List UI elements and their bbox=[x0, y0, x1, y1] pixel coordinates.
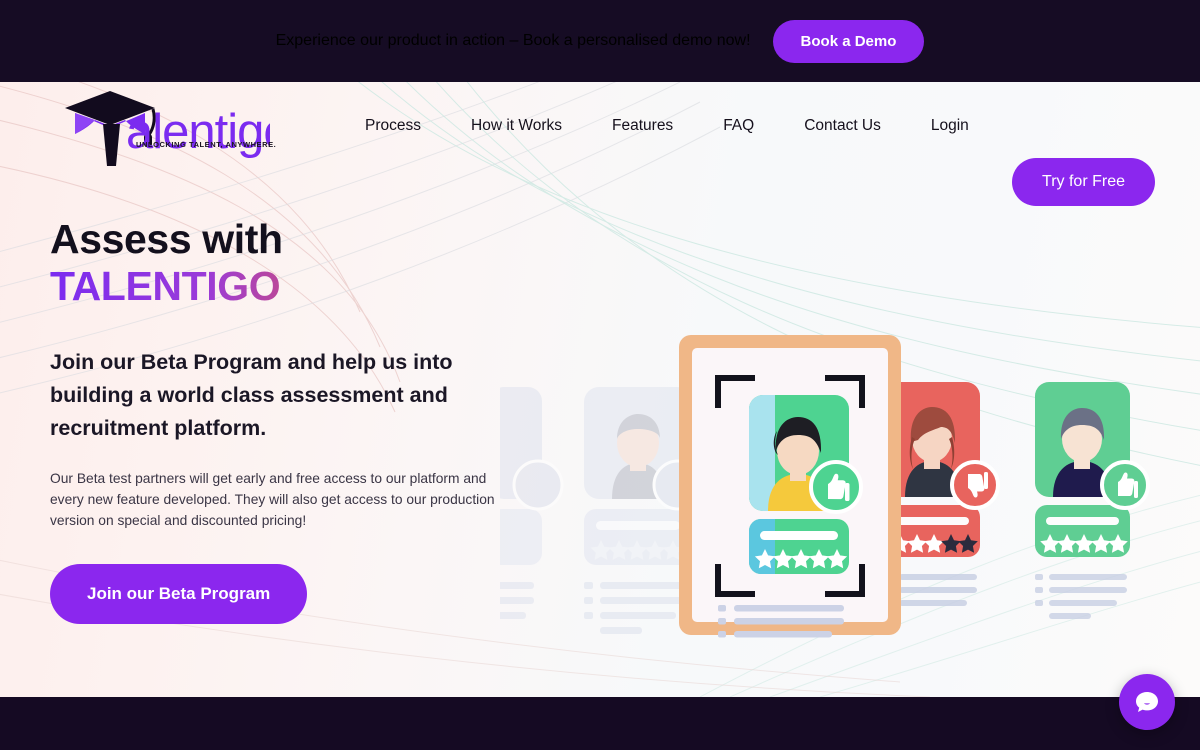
page-title: Assess with TALENTIGO bbox=[50, 216, 570, 310]
nav-links: Process How it Works Features FAQ Contac… bbox=[340, 82, 994, 170]
footer-strip bbox=[0, 697, 1200, 750]
svg-text:alentigo: alentigo bbox=[126, 105, 270, 159]
join-beta-program-button[interactable]: Join our Beta Program bbox=[50, 564, 308, 624]
announcement-banner: Experience our product in action – Book … bbox=[0, 0, 1200, 82]
hero-body-text: Our Beta test partners will get early an… bbox=[50, 471, 495, 528]
thumbs-up-badge-icon bbox=[1100, 460, 1150, 510]
hero-copy: Assess with TALENTIGO Join our Beta Prog… bbox=[50, 216, 570, 624]
book-a-demo-button[interactable]: Book a Demo bbox=[772, 19, 925, 63]
try-for-free-button[interactable]: Try for Free bbox=[1012, 158, 1155, 206]
nav-item-process[interactable]: Process bbox=[340, 117, 446, 135]
thumbs-down-badge-icon bbox=[950, 460, 1000, 510]
logo-tagline: UNLOCKING TALENT, ANYWHERE. bbox=[136, 140, 277, 149]
nav-item-login[interactable]: Login bbox=[906, 117, 994, 135]
nav-item-faq[interactable]: FAQ bbox=[698, 117, 779, 135]
chat-bubble-icon bbox=[1136, 692, 1158, 712]
nav-item-features[interactable]: Features bbox=[587, 117, 698, 135]
hero-subheading: Join our Beta Program and help us into b… bbox=[50, 350, 453, 440]
announcement-text: Experience our product in action – Book … bbox=[275, 32, 751, 49]
nav-item-how-it-works[interactable]: How it Works bbox=[446, 117, 587, 135]
illustration-card-center-selected bbox=[679, 335, 901, 638]
hero-heading-line1: Assess with bbox=[50, 216, 283, 262]
illustration-card-right-green bbox=[1035, 382, 1150, 619]
logo[interactable]: alentigo UNLOCKING TALENT, ANYWHERE. bbox=[48, 86, 291, 168]
hero-heading-line2: TALENTIGO bbox=[50, 263, 570, 310]
logo-icon: alentigo bbox=[65, 91, 291, 166]
hero-illustration bbox=[500, 335, 1150, 638]
nav-item-contact-us[interactable]: Contact Us bbox=[779, 117, 906, 135]
hero-section: alentigo UNLOCKING TALENT, ANYWHERE. Pro… bbox=[0, 82, 1200, 697]
thumbs-up-badge-icon bbox=[809, 460, 863, 514]
chat-widget-button[interactable] bbox=[1119, 674, 1175, 730]
illustration-card-right-red bbox=[885, 382, 1000, 606]
main-navigation: alentigo UNLOCKING TALENT, ANYWHERE. Pro… bbox=[0, 82, 1200, 206]
